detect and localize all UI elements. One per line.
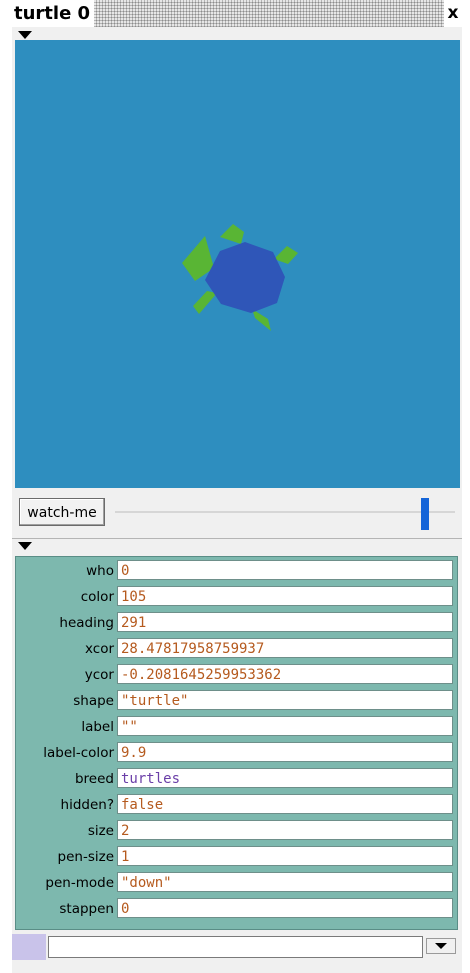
turtle-back-right-leg [252,309,271,331]
variable-label: hidden? [60,797,114,813]
zoom-slider-track[interactable] [115,511,455,513]
variable-value-field[interactable]: "down" [117,872,453,892]
zoom-slider-thumb[interactable] [421,498,429,530]
window-title: turtle 0 [12,0,95,27]
variable-label: stappen [59,901,114,917]
variable-value-field[interactable]: 9.9 [117,742,453,762]
view-collapse-triangle-icon[interactable] [18,31,32,39]
variable-row-label-color: label-color 9.9 [16,742,459,764]
watch-me-button[interactable]: watch-me [19,498,105,526]
variable-value-field[interactable]: 2 [117,820,453,840]
turtle-front-left-leg [220,224,244,244]
variable-value-field[interactable]: 1 [117,846,453,866]
variable-row-xcor: xcor 28.47817958759937 [16,638,459,660]
variable-label: pen-size [57,849,114,865]
variable-value-field[interactable]: 291 [117,612,453,632]
variable-row-heading: heading 291 [16,612,459,634]
turtle-icon [182,224,298,331]
turtle-shape [182,224,298,331]
variable-inspector: who 0 color 105 heading 291 xcor 28.4781… [15,556,458,930]
turtle-view [15,40,460,488]
variable-label: pen-mode [45,875,114,891]
variable-value-field[interactable]: 28.47817958759937 [117,638,453,658]
variable-label: label [81,719,114,735]
variable-row-pen-mode: pen-mode "down" [16,872,459,894]
variable-row-ycor: ycor -0.2081645259953362 [16,664,459,686]
command-input[interactable] [48,936,423,958]
variable-label: size [87,823,114,839]
variable-row-who: who 0 [16,560,459,582]
variable-row-label: label "" [16,716,459,738]
variable-label: xcor [85,641,114,657]
turtle-shell [205,242,285,313]
variable-label: breed [74,771,114,787]
turtle-back-left-leg [274,246,298,264]
close-button[interactable]: x [444,0,462,27]
variable-value-field[interactable]: 0 [117,560,453,580]
variable-value-field[interactable]: turtles [117,768,453,788]
command-history-dropdown[interactable] [426,938,456,954]
variable-value-field[interactable]: 105 [117,586,453,606]
variable-row-hidden: hidden? false [16,794,459,816]
chevron-down-icon [435,943,447,949]
variable-label: color [80,589,114,605]
variable-value-field[interactable]: false [117,794,453,814]
watch-toolbar: watch-me [15,490,460,536]
variable-row-color: color 105 [16,586,459,608]
turtle-inspector-window: turtle 0 x watch-me who 0 color 105 head… [12,0,462,973]
divider [12,538,462,539]
variable-row-breed: breed turtles [16,768,459,790]
variable-value-field[interactable]: "" [117,716,453,736]
command-agent-selector[interactable] [12,934,46,960]
variable-label: ycor [84,667,114,683]
turtle-front-right-leg [193,291,217,314]
variable-value-field[interactable]: "turtle" [117,690,453,710]
title-bar[interactable]: turtle 0 x [12,0,462,27]
inspector-collapse-triangle-icon[interactable] [18,542,32,550]
variable-row-pen-size: pen-size 1 [16,846,459,868]
variable-label: heading [59,615,114,631]
variable-value-field[interactable]: 0 [117,898,453,918]
variable-row-stappen: stappen 0 [16,898,459,920]
variable-label: who [86,563,114,579]
variable-label: shape [73,693,114,709]
variable-row-shape: shape "turtle" [16,690,459,712]
variable-value-field[interactable]: -0.2081645259953362 [117,664,453,684]
command-bar [12,934,462,960]
variable-label: label-color [43,745,114,761]
variable-row-size: size 2 [16,820,459,842]
